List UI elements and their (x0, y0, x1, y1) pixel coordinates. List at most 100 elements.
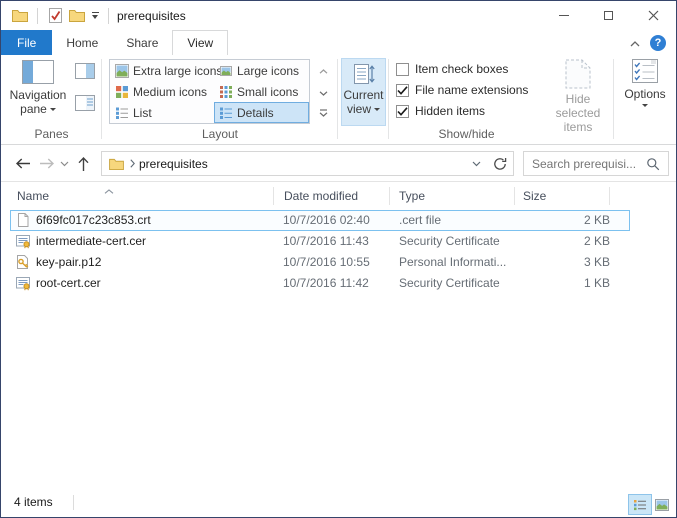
column-header-size[interactable]: Size (523, 189, 546, 203)
details-view-icon (633, 499, 647, 511)
search-placeholder: Search prerequisi... (532, 157, 646, 171)
titlebar-separator (37, 8, 38, 24)
details-view-toggle-button[interactable] (628, 494, 652, 515)
show-hide-group-label: Show/hide (389, 127, 544, 141)
current-view-label: Current view (343, 88, 383, 116)
minimize-button[interactable] (541, 1, 586, 30)
ribbon-group-show-hide: Item check boxes File name extensions Hi… (389, 55, 614, 144)
column-divider[interactable] (273, 187, 274, 205)
extra-large-icons-icon (115, 64, 129, 78)
preview-pane-icon (75, 63, 95, 79)
checkbox-hidden-items[interactable]: Hidden items (396, 103, 485, 119)
chevron-down-icon (60, 161, 69, 167)
column-divider[interactable] (609, 187, 610, 205)
tab-home[interactable]: Home (52, 30, 112, 55)
dropdown-arrow-icon (374, 108, 380, 111)
checkbox-item-check-boxes[interactable]: Item check boxes (396, 61, 508, 77)
item-count: 4 items (14, 495, 53, 509)
gallery-scroll-down-icon[interactable] (319, 85, 328, 99)
column-header-date-modified[interactable]: Date modified (284, 189, 358, 203)
layout-gallery: Extra large icons Large icons Medium ico… (109, 59, 310, 124)
statusbar-separator (73, 495, 74, 510)
help-icon[interactable]: ? (650, 35, 666, 51)
column-divider[interactable] (514, 187, 515, 205)
address-bar[interactable]: prerequisites (101, 151, 488, 176)
thumbnails-view-toggle-button[interactable] (653, 494, 671, 515)
current-view-button[interactable]: Current view (341, 58, 386, 126)
file-name: 6f69fc017c23c853.crt (36, 211, 151, 230)
file-type: .cert file (399, 211, 441, 230)
layout-item-medium-icons[interactable]: Medium icons (110, 81, 214, 102)
file-date-modified: 10/7/2016 11:42 (283, 274, 369, 293)
up-icon (77, 156, 90, 172)
qat-new-folder-button[interactable] (66, 5, 88, 27)
layout-item-large-icons[interactable]: Large icons (214, 60, 309, 81)
sort-ascending-icon (104, 183, 114, 197)
layout-item-details[interactable]: Details (214, 102, 309, 123)
table-row[interactable]: key-pair.p12 10/7/2016 10:55 Personal In… (10, 252, 630, 273)
table-row[interactable]: intermediate-cert.cer 10/7/2016 11:43 Se… (10, 231, 630, 252)
file-size: 2 KB (522, 211, 610, 230)
checkbox-unchecked-icon (396, 63, 409, 76)
search-input[interactable]: Search prerequisi... (523, 151, 669, 176)
ribbon: Navigation pane Panes Extra large icons … (1, 55, 676, 145)
table-row[interactable]: root-cert.cer 10/7/2016 11:42 Security C… (10, 273, 630, 294)
maximize-button[interactable] (586, 1, 631, 30)
small-icons-icon (219, 85, 233, 99)
gallery-scroll-up-icon[interactable] (319, 63, 328, 77)
dropdown-arrow-icon (642, 104, 648, 107)
qat-customize-dropdown[interactable] (88, 5, 102, 27)
gallery-more-icon[interactable] (319, 106, 328, 120)
ribbon-group-panes: Navigation pane Panes (1, 55, 102, 144)
list-view-icon (115, 106, 129, 120)
status-bar: 4 items (1, 487, 676, 517)
back-icon (15, 157, 31, 170)
medium-icons-icon (115, 85, 129, 99)
file-date-modified: 10/7/2016 10:55 (283, 253, 370, 272)
hide-selected-items-label: Hide selected items (547, 92, 609, 134)
navigation-bar: prerequisites Search prerequisi... (1, 145, 676, 182)
tab-file[interactable]: File (1, 30, 52, 55)
up-button[interactable] (71, 151, 95, 176)
navigation-pane-button[interactable]: Navigation pane (6, 60, 70, 116)
maximize-icon (604, 11, 613, 20)
recent-locations-dropdown[interactable] (57, 151, 71, 176)
breadcrumb-chevron-icon[interactable] (130, 159, 135, 168)
collapse-ribbon-icon[interactable] (630, 36, 640, 50)
column-divider[interactable] (389, 187, 390, 205)
close-icon (648, 10, 659, 21)
options-label: Options (624, 87, 665, 101)
close-button[interactable] (631, 1, 676, 30)
search-icon[interactable] (646, 157, 660, 171)
details-pane-button[interactable] (73, 93, 97, 113)
options-button[interactable]: Options (619, 59, 671, 107)
minimize-icon (559, 15, 569, 16)
tab-view[interactable]: View (172, 30, 228, 55)
address-folder-icon (109, 158, 124, 170)
preview-pane-button[interactable] (73, 61, 97, 81)
window-title: prerequisites (117, 9, 186, 23)
certificate-icon (15, 275, 31, 297)
table-row[interactable]: 6f69fc017c23c853.crt 10/7/2016 02:40 .ce… (10, 210, 630, 231)
details-pane-icon (75, 95, 95, 111)
address-dropdown-icon[interactable] (465, 161, 487, 167)
refresh-button[interactable] (487, 151, 514, 176)
breadcrumb-segment[interactable]: prerequisites (139, 157, 208, 171)
titlebar-separator (108, 8, 109, 24)
layout-item-extra-large-icons[interactable]: Extra large icons (110, 60, 214, 81)
qat-properties-button[interactable] (44, 5, 66, 27)
ribbon-group-layout: Extra large icons Large icons Medium ico… (102, 55, 338, 144)
column-header-name[interactable]: Name (17, 189, 49, 203)
forward-button[interactable] (35, 151, 59, 176)
layout-item-small-icons[interactable]: Small icons (214, 81, 309, 102)
column-header-type[interactable]: Type (399, 189, 425, 203)
back-button[interactable] (11, 151, 35, 176)
window-folder-icon (9, 5, 31, 27)
checkbox-file-name-extensions[interactable]: File name extensions (396, 82, 528, 98)
current-view-icon (353, 63, 375, 85)
layout-item-list[interactable]: List (110, 102, 214, 123)
ribbon-tab-strip: File Home Share View ? (1, 30, 676, 55)
tab-share[interactable]: Share (112, 30, 172, 55)
options-icon (632, 59, 658, 83)
explorer-window: prerequisites File Home Share View ? Nav… (0, 0, 677, 518)
